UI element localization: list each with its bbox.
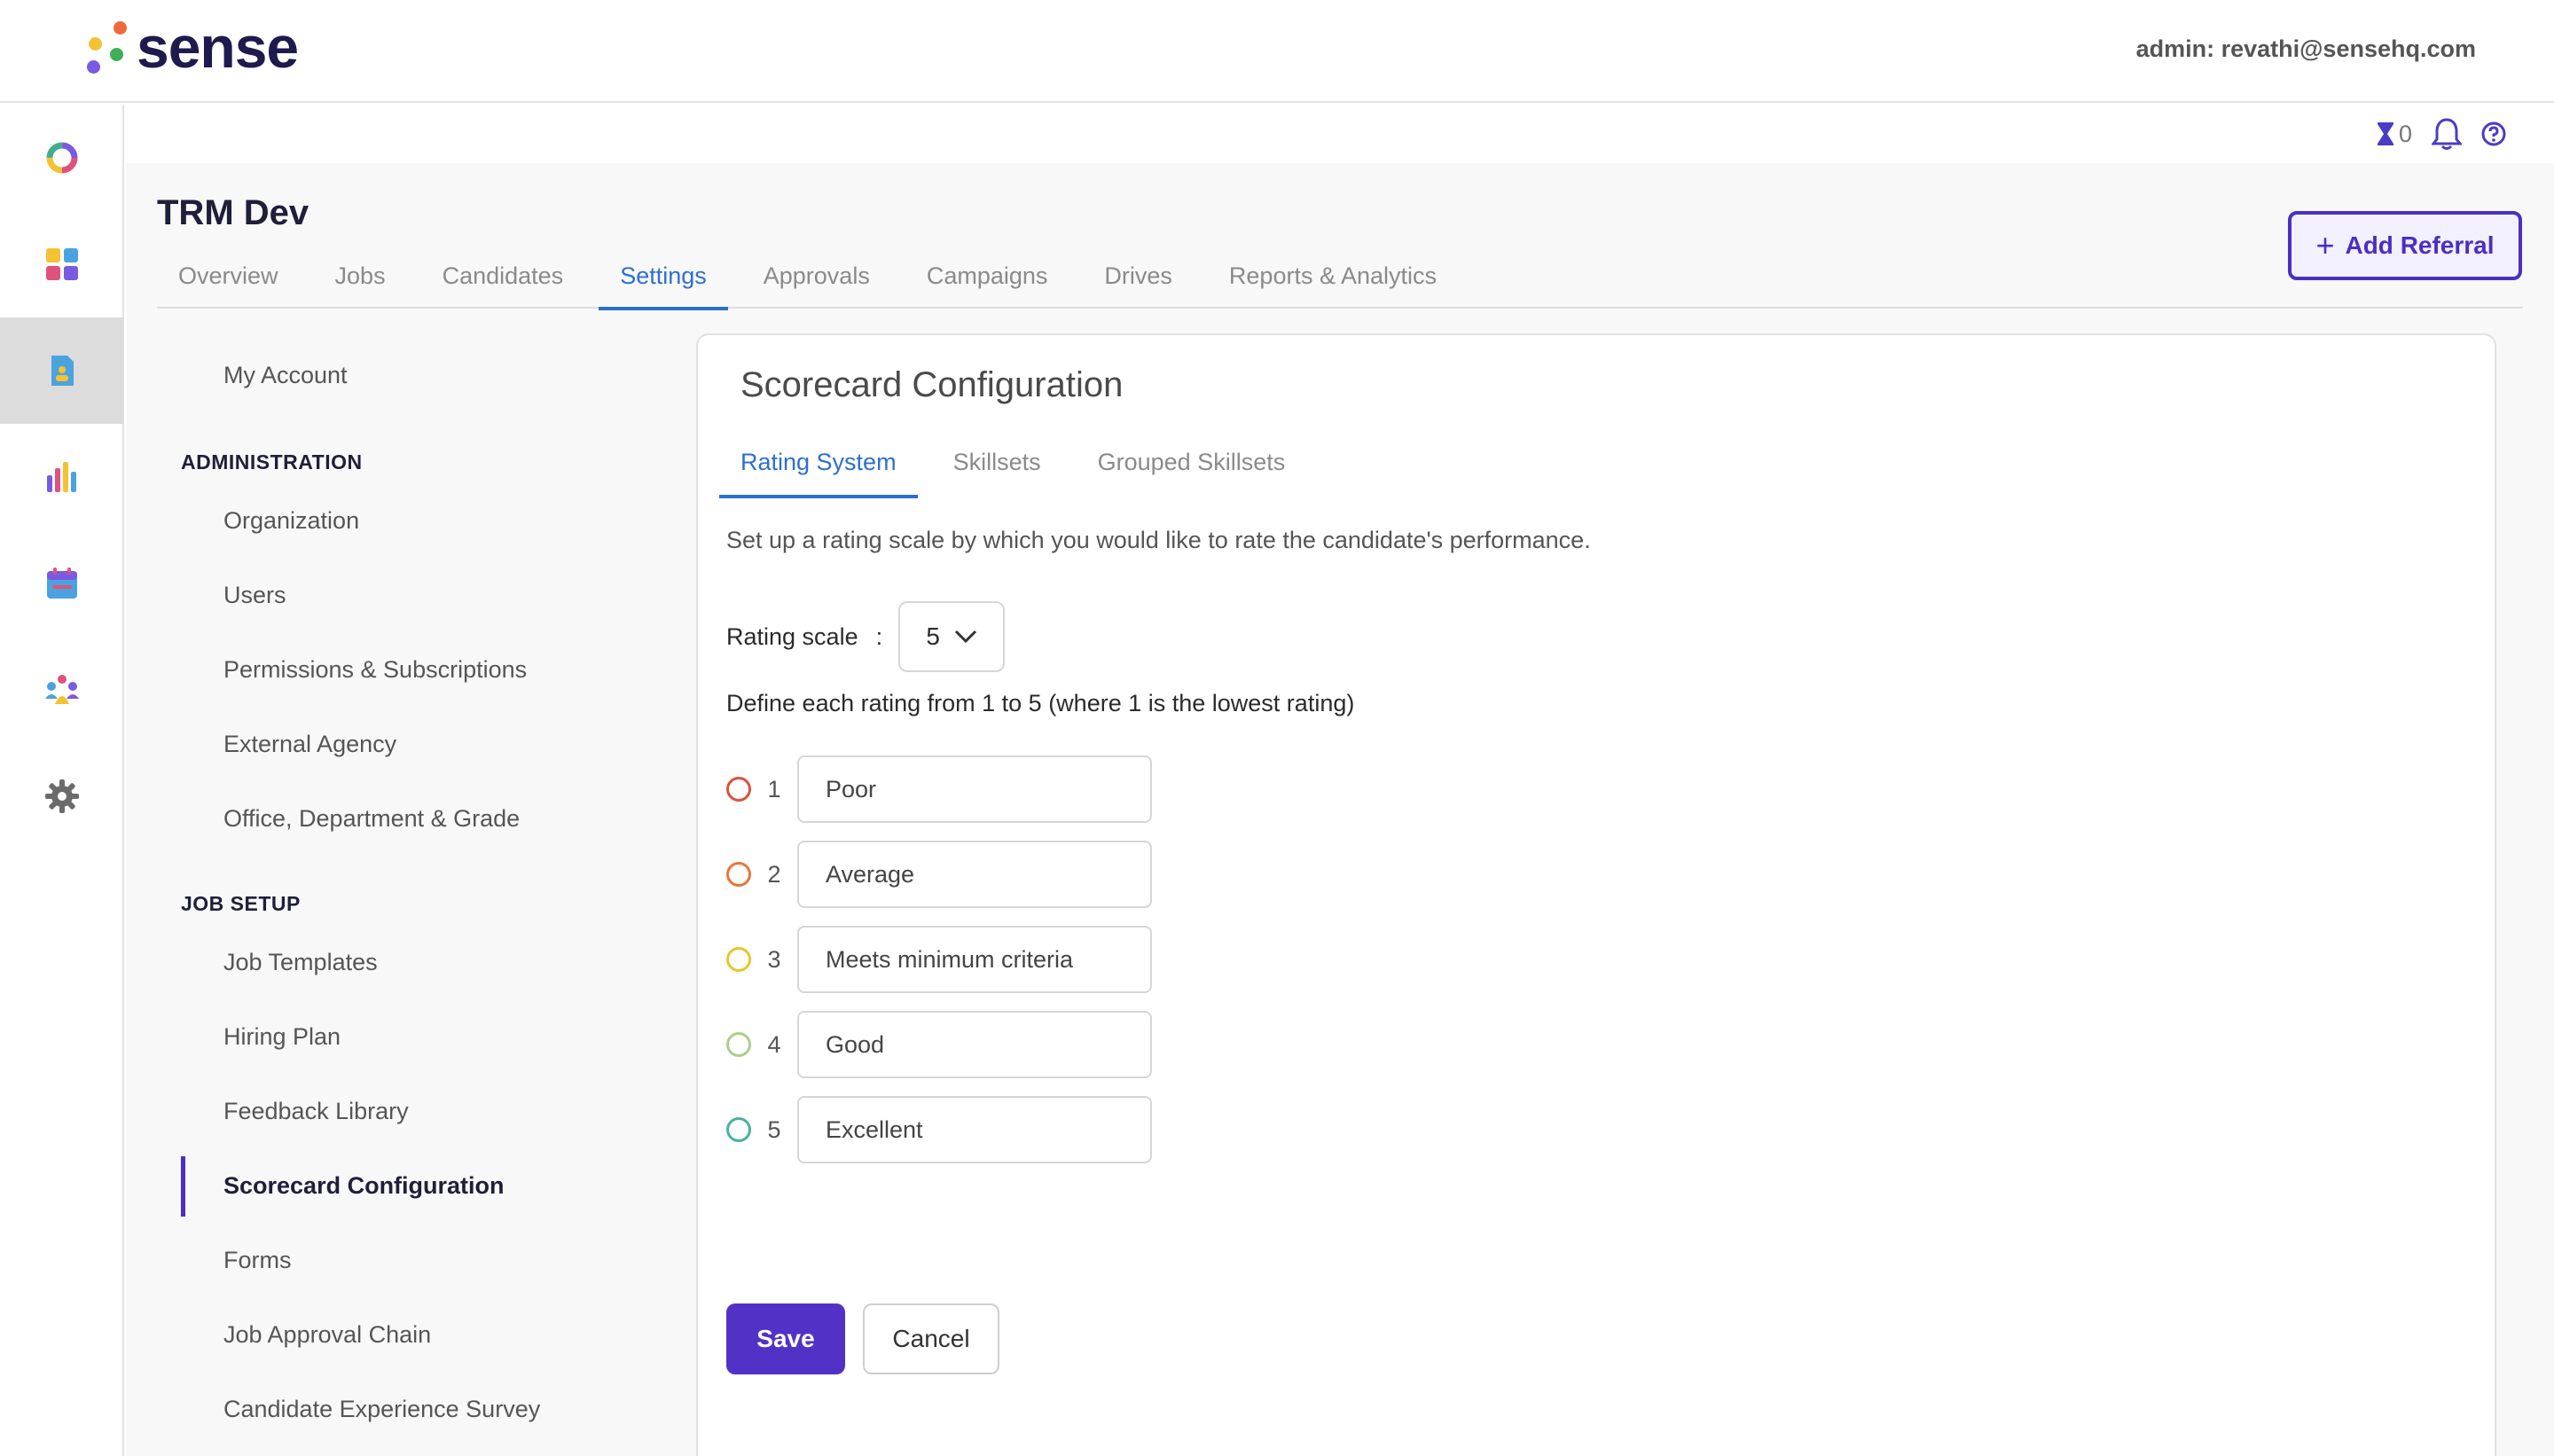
rail-item-people[interactable] [0, 637, 124, 743]
rating-label-input-4[interactable] [797, 1011, 1152, 1078]
rating-scale-colon: : [875, 622, 883, 650]
rating-number: 4 [767, 1030, 781, 1058]
nav-item-feedback-library[interactable]: Feedback Library [223, 1098, 409, 1125]
rail-item-settings[interactable] [0, 743, 124, 849]
hourglass-icon [2377, 122, 2393, 145]
hourglass-count: 0 [2398, 120, 2412, 147]
left-rail [0, 105, 124, 1456]
card-title: Scorecard Configuration [740, 365, 1124, 404]
nav-item-job-approval-chain[interactable]: Job Approval Chain [223, 1321, 431, 1349]
tab-jobs[interactable]: Jobs [314, 254, 407, 309]
tab-settings[interactable]: Settings [599, 254, 728, 310]
nav-item-organization[interactable]: Organization [223, 507, 359, 535]
rating-row: 3 [726, 926, 1152, 993]
rating-scale-row: Rating scale : 5 [726, 601, 1006, 672]
rail-item-documents[interactable] [0, 317, 124, 424]
rating-radio-2[interactable] [726, 862, 751, 887]
rating-description: Set up a rating scale by which you would… [726, 527, 1591, 553]
page-title: TRM Dev [157, 193, 309, 232]
main-tabs: Overview Jobs Candidates Settings Approv… [157, 254, 2523, 310]
nav-item-my-account[interactable]: My Account [223, 362, 348, 389]
logo-text: sense [137, 14, 299, 80]
cancel-button[interactable]: Cancel [863, 1303, 999, 1374]
nav-item-scorecard-configuration[interactable]: Scorecard Configuration [223, 1172, 505, 1200]
tab-reports-analytics[interactable]: Reports & Analytics [1208, 254, 1458, 309]
main-content: 0 TRM Dev + Add Referral Overview Jobs C… [126, 105, 2554, 1456]
admin-user-label[interactable]: admin: revathi@sensehq.com [2136, 35, 2476, 63]
nav-section-administration: ADMINISTRATION [181, 450, 363, 474]
rating-row: 2 [726, 841, 1152, 908]
rating-label-input-3[interactable] [797, 926, 1152, 993]
rating-number: 1 [767, 775, 781, 802]
rating-scale-select[interactable]: 5 [898, 601, 1006, 672]
loop-icon [46, 142, 78, 174]
sense-logo[interactable]: sense [82, 14, 299, 80]
nav-item-job-templates[interactable]: Job Templates [223, 949, 378, 976]
rating-radio-5[interactable] [726, 1117, 751, 1142]
rating-row: 5 [726, 1096, 1152, 1163]
nav-section-job-setup: JOB SETUP [181, 892, 301, 915]
rating-scale-label: Rating scale [726, 622, 858, 650]
utility-bar: 0 [126, 105, 2554, 163]
rating-label-input-1[interactable] [797, 755, 1152, 823]
scorecard-card: Scorecard Configuration Rating System Sk… [696, 333, 2496, 1456]
dashboard-icon [46, 248, 78, 280]
active-nav-indicator [181, 1156, 185, 1217]
chevron-down-icon [954, 630, 976, 644]
tab-overview[interactable]: Overview [157, 254, 300, 309]
tab-candidates[interactable]: Candidates [421, 254, 585, 309]
rating-scale-value: 5 [926, 622, 940, 650]
tab-approvals[interactable]: Approvals [742, 254, 891, 309]
nav-item-hiring-plan[interactable]: Hiring Plan [223, 1023, 341, 1051]
nav-item-permissions[interactable]: Permissions & Subscriptions [223, 656, 527, 684]
rail-item-analytics[interactable] [0, 424, 124, 530]
nav-item-external-agency[interactable]: External Agency [223, 731, 396, 758]
subtab-skillsets[interactable]: Skillsets [932, 440, 1062, 498]
rating-radio-4[interactable] [726, 1032, 751, 1057]
analytics-icon [47, 462, 76, 492]
logo-dots-icon [82, 16, 131, 78]
rail-item-loop[interactable] [0, 105, 124, 211]
help-icon[interactable] [2481, 121, 2506, 146]
rating-label-input-5[interactable] [797, 1096, 1152, 1163]
rating-radio-1[interactable] [726, 777, 751, 802]
settings-sidebar: My Account ADMINISTRATION Organization U… [126, 310, 676, 1456]
rating-number: 3 [767, 945, 781, 973]
top-header: sense admin: revathi@sensehq.com [0, 0, 2554, 103]
rail-item-calendar[interactable] [0, 530, 124, 637]
scorecard-subtabs: Rating System Skillsets Grouped Skillset… [719, 440, 1320, 498]
tab-drives[interactable]: Drives [1083, 254, 1194, 309]
rating-number: 2 [767, 860, 781, 888]
rating-number: 5 [767, 1115, 781, 1143]
subtab-grouped-skillsets[interactable]: Grouped Skillsets [1077, 440, 1307, 498]
nav-item-candidate-experience-survey[interactable]: Candidate Experience Survey [223, 1396, 540, 1423]
rating-radio-3[interactable] [726, 947, 751, 972]
save-button[interactable]: Save [726, 1303, 845, 1374]
rating-label-input-2[interactable] [797, 841, 1152, 908]
rail-item-dashboard[interactable] [0, 211, 124, 317]
gear-icon [45, 779, 79, 813]
define-rating-instruction: Define each rating from 1 to 5 (where 1 … [726, 690, 1355, 716]
nav-item-office-department-grade[interactable]: Office, Department & Grade [223, 805, 520, 833]
bell-icon[interactable] [2432, 117, 2462, 151]
pending-tasks[interactable]: 0 [2376, 121, 2412, 148]
subtab-rating-system[interactable]: Rating System [719, 440, 918, 498]
nav-item-forms[interactable]: Forms [223, 1247, 292, 1274]
rating-row: 4 [726, 1011, 1152, 1078]
tab-campaigns[interactable]: Campaigns [905, 254, 1069, 309]
document-icon [51, 356, 74, 386]
rating-row: 1 [726, 755, 1152, 823]
nav-item-users[interactable]: Users [223, 582, 286, 609]
people-icon [45, 675, 79, 704]
calendar-icon [47, 568, 77, 599]
